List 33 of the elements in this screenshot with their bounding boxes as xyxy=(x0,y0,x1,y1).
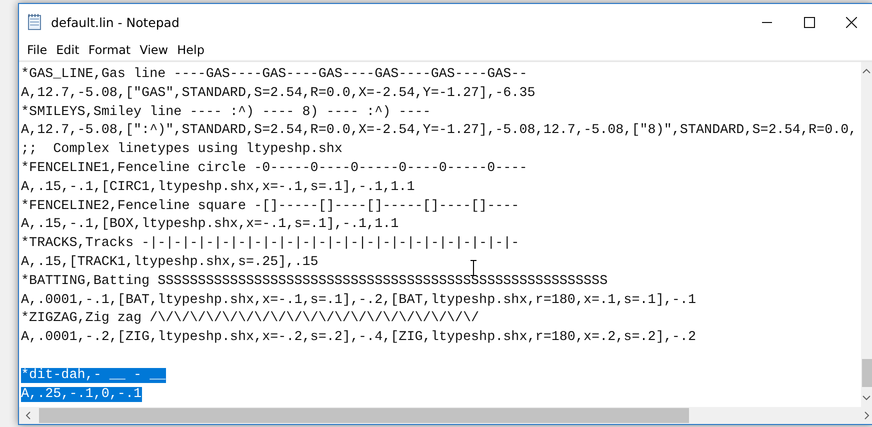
horizontal-scrollbar[interactable] xyxy=(19,407,872,424)
text-line: *FENCELINE2,Fenceline square -[]-----[]----[]-----[]----[]---- xyxy=(21,198,520,214)
text-line: A,.15,-.1,[BOX,ltypeshp.shx,x=-.1,s=.1],-.1,1.1 xyxy=(21,217,399,232)
text-line: *ZIGZAG,Zig zag /\/\/\/\/\/\/\/\/\/\/\/\/\/\/\/\/\/\/\/\/ xyxy=(21,311,480,326)
maximize-icon xyxy=(804,16,814,28)
text-line: *SMILEYS,Smiley line ---- :^) ---- 8) ---- :^) ---- xyxy=(21,104,431,120)
notepad-icon xyxy=(27,13,43,31)
menu-item[interactable]: Help xyxy=(173,43,210,57)
text-line: A,.15,-.1,[CIRC1,ltypeshp.shx,x=-.1,s=.1],-.1,1.1 xyxy=(21,180,415,195)
text-line: A,12.7,-5.08,[":^)",STANDARD,S=2.54,R=0.0,X=-2.54,Y=-1.27],-5.08,12.7,-5.08,["8)",STANDARD,S=2.54,R=0.0, xyxy=(21,123,857,138)
close-icon xyxy=(846,16,856,28)
scroll-thumb[interactable] xyxy=(39,408,689,423)
menu-item[interactable]: Format xyxy=(84,43,136,57)
menu-item[interactable]: View xyxy=(136,43,174,57)
text-line: *GAS_LINE,Gas line ----GAS----GAS----GAS----GAS----GAS----GAS-- xyxy=(21,67,528,82)
menu-item[interactable]: File xyxy=(23,43,52,57)
text-line: *FENCELINE1,Fenceline circle -0-----0----0-----0----0-----0---- xyxy=(21,160,528,176)
text-line: A,.0001,-.1,[BAT,ltypeshp.shx,x=-.1,s=.1],-.2,[BAT,ltypeshp.shx,r=180,x=.1,s=.1],-.1 xyxy=(21,292,696,308)
text-line: A,12.7,-5.08,["GAS",STANDARD,S=2.54,R=0.0,X=-2.54,Y=-1.27],-6.35 xyxy=(21,86,536,101)
scroll-left-icon[interactable] xyxy=(25,411,31,420)
vertical-scrollbar[interactable] xyxy=(861,62,872,407)
scroll-right-icon[interactable] xyxy=(864,411,870,420)
scroll-thumb[interactable] xyxy=(862,359,872,387)
text-line: A,.0001,-.2,[ZIG,ltypeshp.shx,x=-.2,s=.2],-.4,[ZIG,ltypeshp.shx,r=180,x=.2,s=.2],-.2 xyxy=(21,330,696,346)
text-line: *BATTING,Batting SSSSSSSSSSSSSSSSSSSSSSSSSSSSSSSSSSSSSSSSSSSSSSSSSSSSSSSS xyxy=(21,274,608,289)
scroll-down-icon[interactable] xyxy=(862,395,871,401)
scroll-up-icon[interactable] xyxy=(862,68,871,74)
text-line: ;; Complex linetypes using ltypeshp.shx xyxy=(21,142,342,158)
text-line: A,.15,[TRACK1,ltypeshp.shx,s=.25],.15 xyxy=(21,254,318,270)
i-beam-cursor-icon xyxy=(470,260,477,276)
menu-item[interactable]: Edit xyxy=(52,43,84,57)
window-title: default.lin - Notepad xyxy=(51,14,180,30)
text-line: *TRACKS,Tracks -|-|-|-|-|-|-|-|-|-|-|-|-|-|-|-|-|-|-|-|-|-|-|- xyxy=(21,236,520,252)
